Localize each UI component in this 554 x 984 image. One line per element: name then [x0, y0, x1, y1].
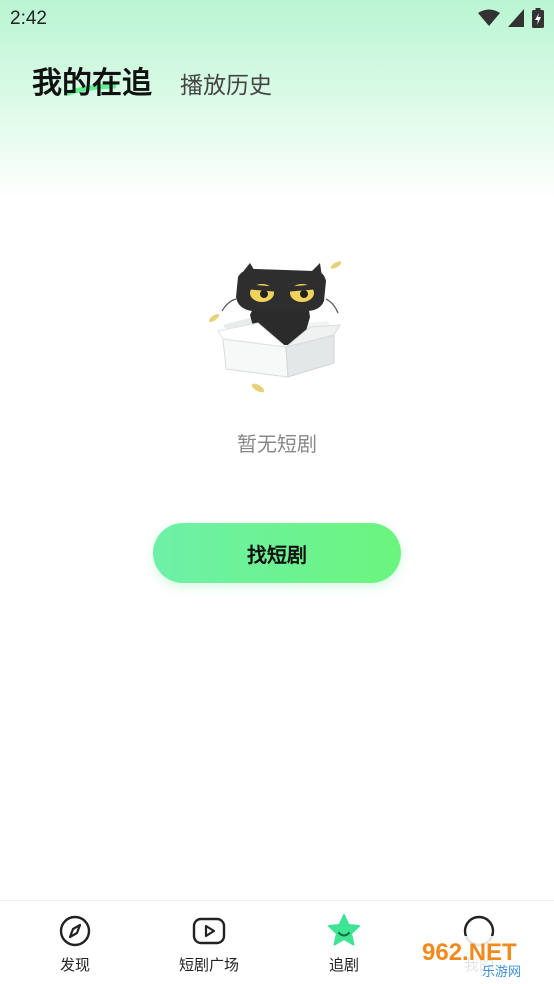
compass-icon: [59, 915, 91, 947]
nav-label: 追剧: [328, 956, 359, 974]
status-time: 2:42: [10, 8, 47, 29]
wifi-icon: [478, 9, 500, 26]
tab-play-history[interactable]: 播放历史: [180, 66, 272, 100]
empty-state-message: 暂无短剧: [237, 432, 317, 456]
nav-item-following[interactable]: 追剧: [289, 913, 399, 975]
nav-item-drama-square[interactable]: 短剧广场: [154, 913, 264, 975]
signal-icon: [508, 9, 524, 27]
nav-label: 短剧广场: [178, 956, 239, 974]
cat-in-box-illustration: [208, 261, 342, 393]
site-watermark: 962.NET 乐游网: [416, 936, 550, 980]
status-bar: 2:42: [0, 0, 554, 38]
star-icon: [328, 914, 360, 946]
tab-label: 我的在追: [32, 66, 152, 101]
play-box-icon: [192, 917, 226, 945]
find-dramas-button[interactable]: 找短剧: [153, 523, 401, 583]
nav-item-discover[interactable]: 发现: [20, 913, 130, 975]
status-icons: [478, 8, 544, 28]
tab-bar: 我的在追 播放历史: [32, 58, 272, 102]
battery-charging-icon: [532, 8, 544, 28]
svg-text:962.NET: 962.NET: [422, 939, 517, 966]
nav-label: 发现: [59, 956, 90, 974]
tab-my-following[interactable]: 我的在追: [32, 58, 152, 102]
svg-text:乐游网: 乐游网: [482, 965, 521, 980]
